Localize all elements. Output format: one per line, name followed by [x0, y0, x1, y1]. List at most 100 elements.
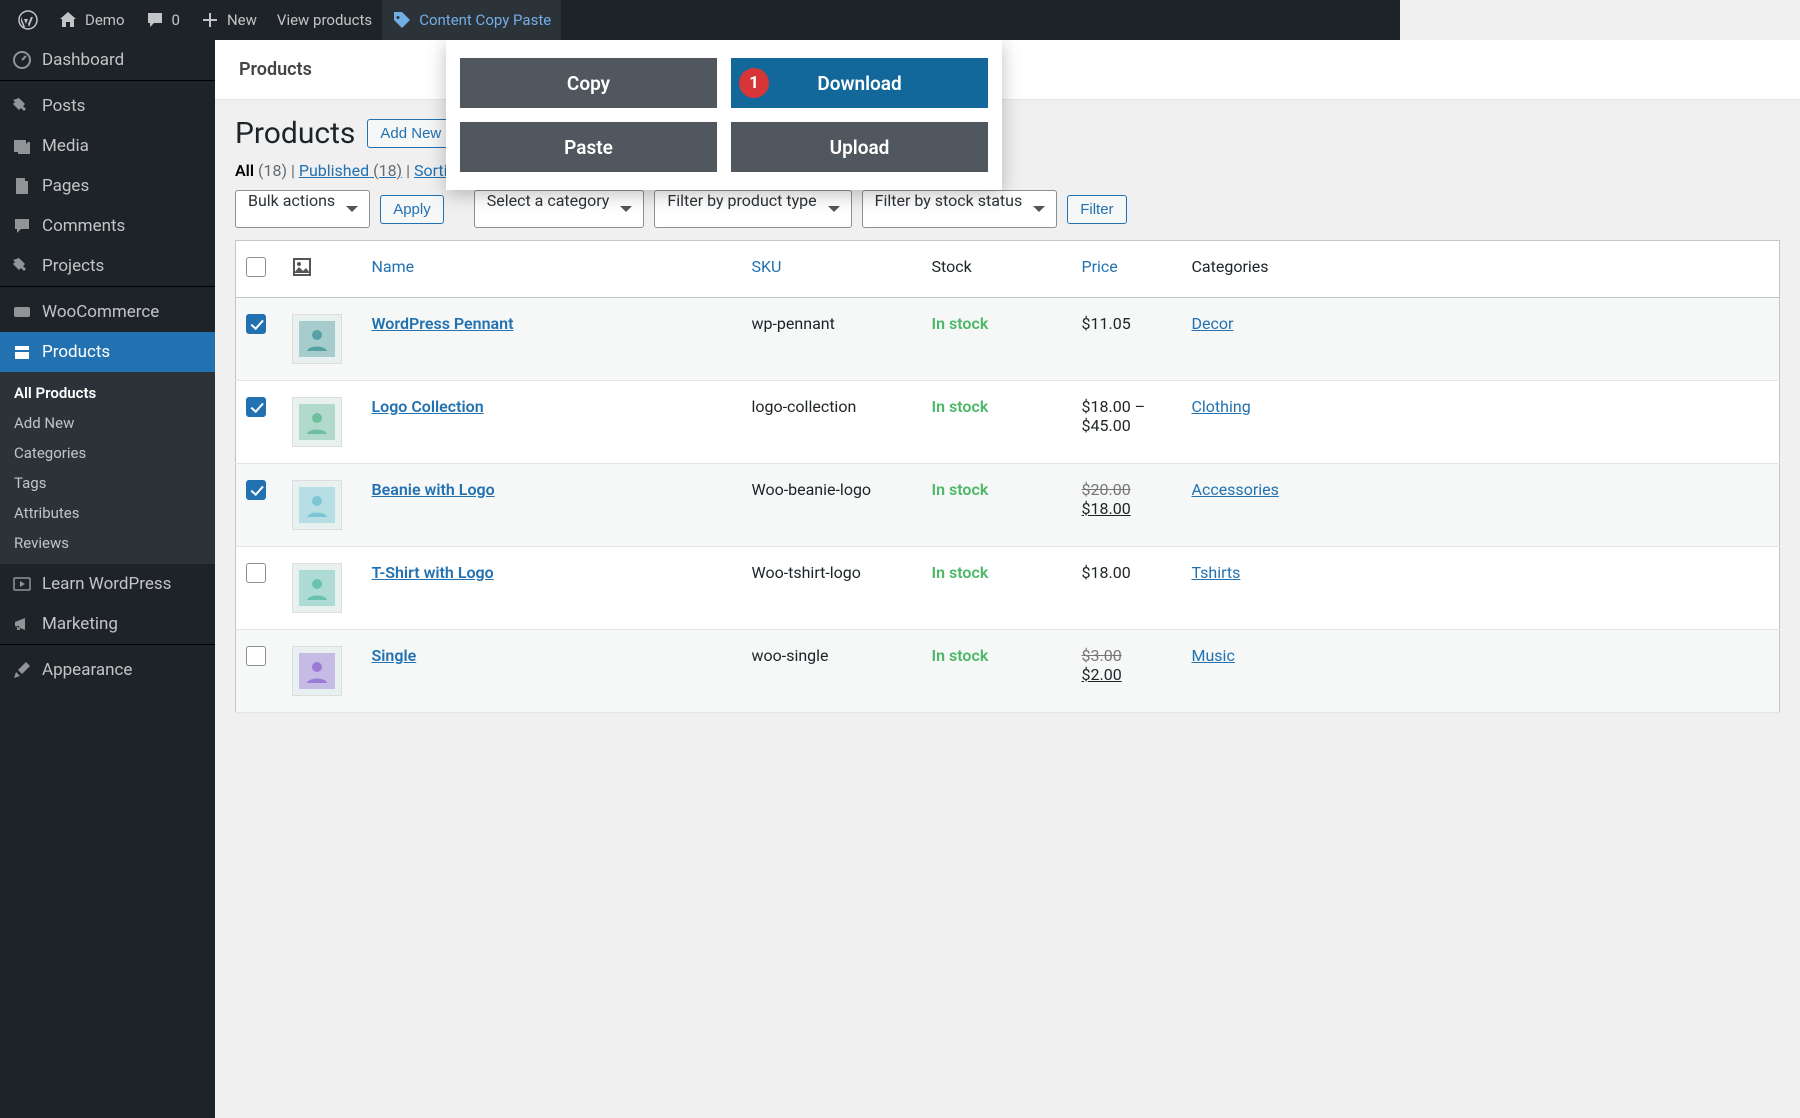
row-checkbox[interactable]	[246, 563, 266, 583]
home-icon	[58, 10, 78, 30]
product-name-link[interactable]: WordPress Pennant	[372, 314, 514, 333]
topbar-view-products[interactable]: View products	[267, 0, 382, 40]
subnav-tags[interactable]: Tags	[0, 468, 215, 498]
nav-pages[interactable]: Pages	[0, 166, 215, 206]
nav-woocommerce[interactable]: WooCommerce	[0, 292, 215, 332]
products-icon	[12, 342, 32, 362]
price: $18.00	[1082, 563, 1131, 582]
brush-icon	[12, 660, 32, 680]
comment-icon	[12, 216, 32, 236]
topbar-content-copy-paste[interactable]: Content Copy Paste	[382, 0, 561, 40]
download-button[interactable]: 1 Download	[731, 58, 988, 108]
tab-products[interactable]: Products	[239, 41, 312, 98]
subnav-reviews[interactable]: Reviews	[0, 528, 215, 558]
nav-marketing[interactable]: Marketing	[0, 604, 215, 644]
nav-comments[interactable]: Comments	[0, 206, 215, 246]
nav-media[interactable]: Media	[0, 126, 215, 166]
product-sku: logo-collection	[742, 381, 922, 464]
old-price: $3.00	[1082, 646, 1122, 665]
col-categories[interactable]: Categories	[1182, 241, 1780, 298]
tag-icon	[392, 10, 412, 30]
product-category-link[interactable]: Decor	[1192, 314, 1234, 333]
comment-icon	[145, 10, 165, 30]
product-category-link[interactable]: Accessories	[1192, 480, 1279, 499]
copy-button[interactable]: Copy	[460, 58, 717, 108]
product-thumbnail[interactable]	[292, 563, 342, 613]
content-area: Products Products Add New All (18) | Pub…	[215, 40, 1800, 1118]
row-checkbox[interactable]	[246, 646, 266, 666]
sale-price: $2.00	[1082, 665, 1122, 684]
wp-logo[interactable]	[8, 0, 48, 40]
status-all[interactable]: All (18)	[235, 161, 287, 180]
apply-button[interactable]: Apply	[380, 195, 444, 224]
product-sku: woo-single	[742, 630, 922, 713]
old-price: $20.00	[1082, 480, 1131, 499]
filter-button[interactable]: Filter	[1067, 195, 1126, 224]
product-name-link[interactable]: Beanie with Logo	[372, 480, 495, 499]
product-category-link[interactable]: Clothing	[1192, 397, 1251, 416]
admin-sidebar: Dashboard Posts Media Pages Comments Pro…	[0, 40, 215, 1118]
topbar-new[interactable]: New	[190, 0, 267, 40]
stock-status: In stock	[932, 646, 989, 665]
nav-learn-wordpress[interactable]: Learn WordPress	[0, 564, 215, 604]
row-checkbox[interactable]	[246, 397, 266, 417]
subnav-attributes[interactable]: Attributes	[0, 498, 215, 528]
stock-status: In stock	[932, 563, 989, 582]
product-thumbnail[interactable]	[292, 314, 342, 364]
stock-status-select[interactable]: Filter by stock status	[862, 190, 1058, 228]
woo-icon	[12, 302, 32, 322]
subnav-categories[interactable]: Categories	[0, 438, 215, 468]
product-name-link[interactable]: Single	[372, 646, 417, 665]
page-title: Products	[235, 116, 355, 151]
nav-appearance[interactable]: Appearance	[0, 650, 215, 690]
sale-price: $18.00	[1082, 499, 1131, 518]
row-checkbox[interactable]	[246, 314, 266, 334]
col-stock[interactable]: Stock	[922, 241, 1072, 298]
stock-status: In stock	[932, 314, 989, 333]
price: $18.00 – $45.00	[1082, 397, 1146, 435]
topbar-comments[interactable]: 0	[135, 0, 190, 40]
table-row: Logo Collection logo-collection In stock $1…	[236, 381, 1780, 464]
product-sku: Woo-beanie-logo	[742, 464, 922, 547]
product-name-link[interactable]: T-Shirt with Logo	[372, 563, 494, 582]
site-home[interactable]: Demo	[48, 0, 135, 40]
dashboard-icon	[12, 50, 32, 70]
status-published[interactable]: Published (18)	[299, 161, 402, 180]
admin-topbar: Demo 0 New View products Content Copy Pa…	[0, 0, 1400, 40]
bulk-actions-select[interactable]: Bulk actions	[235, 190, 370, 228]
nav-products[interactable]: Products	[0, 332, 215, 372]
step-badge: 1	[739, 68, 769, 98]
table-row: Single woo-single In stock $3.00$2.00 Music	[236, 630, 1780, 713]
subnav-all-products[interactable]: All Products	[0, 378, 215, 408]
nav-posts[interactable]: Posts	[0, 86, 215, 126]
stock-status: In stock	[932, 397, 989, 416]
row-checkbox[interactable]	[246, 480, 266, 500]
nav-dashboard[interactable]: Dashboard	[0, 40, 215, 80]
product-type-select[interactable]: Filter by product type	[654, 190, 851, 228]
product-thumbnail[interactable]	[292, 646, 342, 696]
product-category-link[interactable]: Tshirts	[1192, 563, 1241, 582]
paste-button[interactable]: Paste	[460, 122, 717, 172]
product-sku: Woo-tshirt-logo	[742, 547, 922, 630]
col-sku[interactable]: SKU	[742, 241, 922, 298]
content-copy-paste-menu: Copy 1 Download Paste Upload	[446, 40, 1002, 190]
upload-button[interactable]: Upload	[731, 122, 988, 172]
col-price[interactable]: Price	[1072, 241, 1182, 298]
media-icon	[12, 136, 32, 156]
col-name[interactable]: Name	[362, 241, 742, 298]
select-all-checkbox[interactable]	[246, 257, 266, 277]
image-icon	[292, 257, 312, 277]
product-category-link[interactable]: Music	[1192, 646, 1235, 665]
product-name-link[interactable]: Logo Collection	[372, 397, 484, 416]
add-new-button[interactable]: Add New	[367, 119, 454, 148]
nav-projects[interactable]: Projects	[0, 246, 215, 286]
table-row: Beanie with LogoWoo-beanie-logoIn stock$…	[236, 464, 1780, 547]
subnav-add-new[interactable]: Add New	[0, 408, 215, 438]
category-select[interactable]: Select a category	[474, 190, 645, 228]
product-thumbnail[interactable]	[292, 480, 342, 530]
table-row: WordPress Pennantwp-pennantIn stock$11.0…	[236, 298, 1780, 381]
filter-bar: Bulk actions Apply Select a category Fil…	[235, 190, 1780, 228]
product-thumbnail[interactable]	[292, 397, 342, 447]
megaphone-icon	[12, 614, 32, 634]
plus-icon	[200, 10, 220, 30]
